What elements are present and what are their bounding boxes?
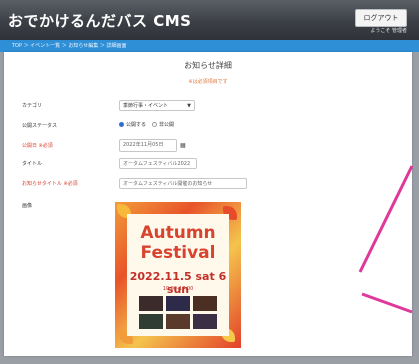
annotation-line-lower bbox=[361, 292, 413, 314]
annotation-line-upper bbox=[358, 165, 414, 273]
annotation-lines bbox=[358, 165, 414, 314]
